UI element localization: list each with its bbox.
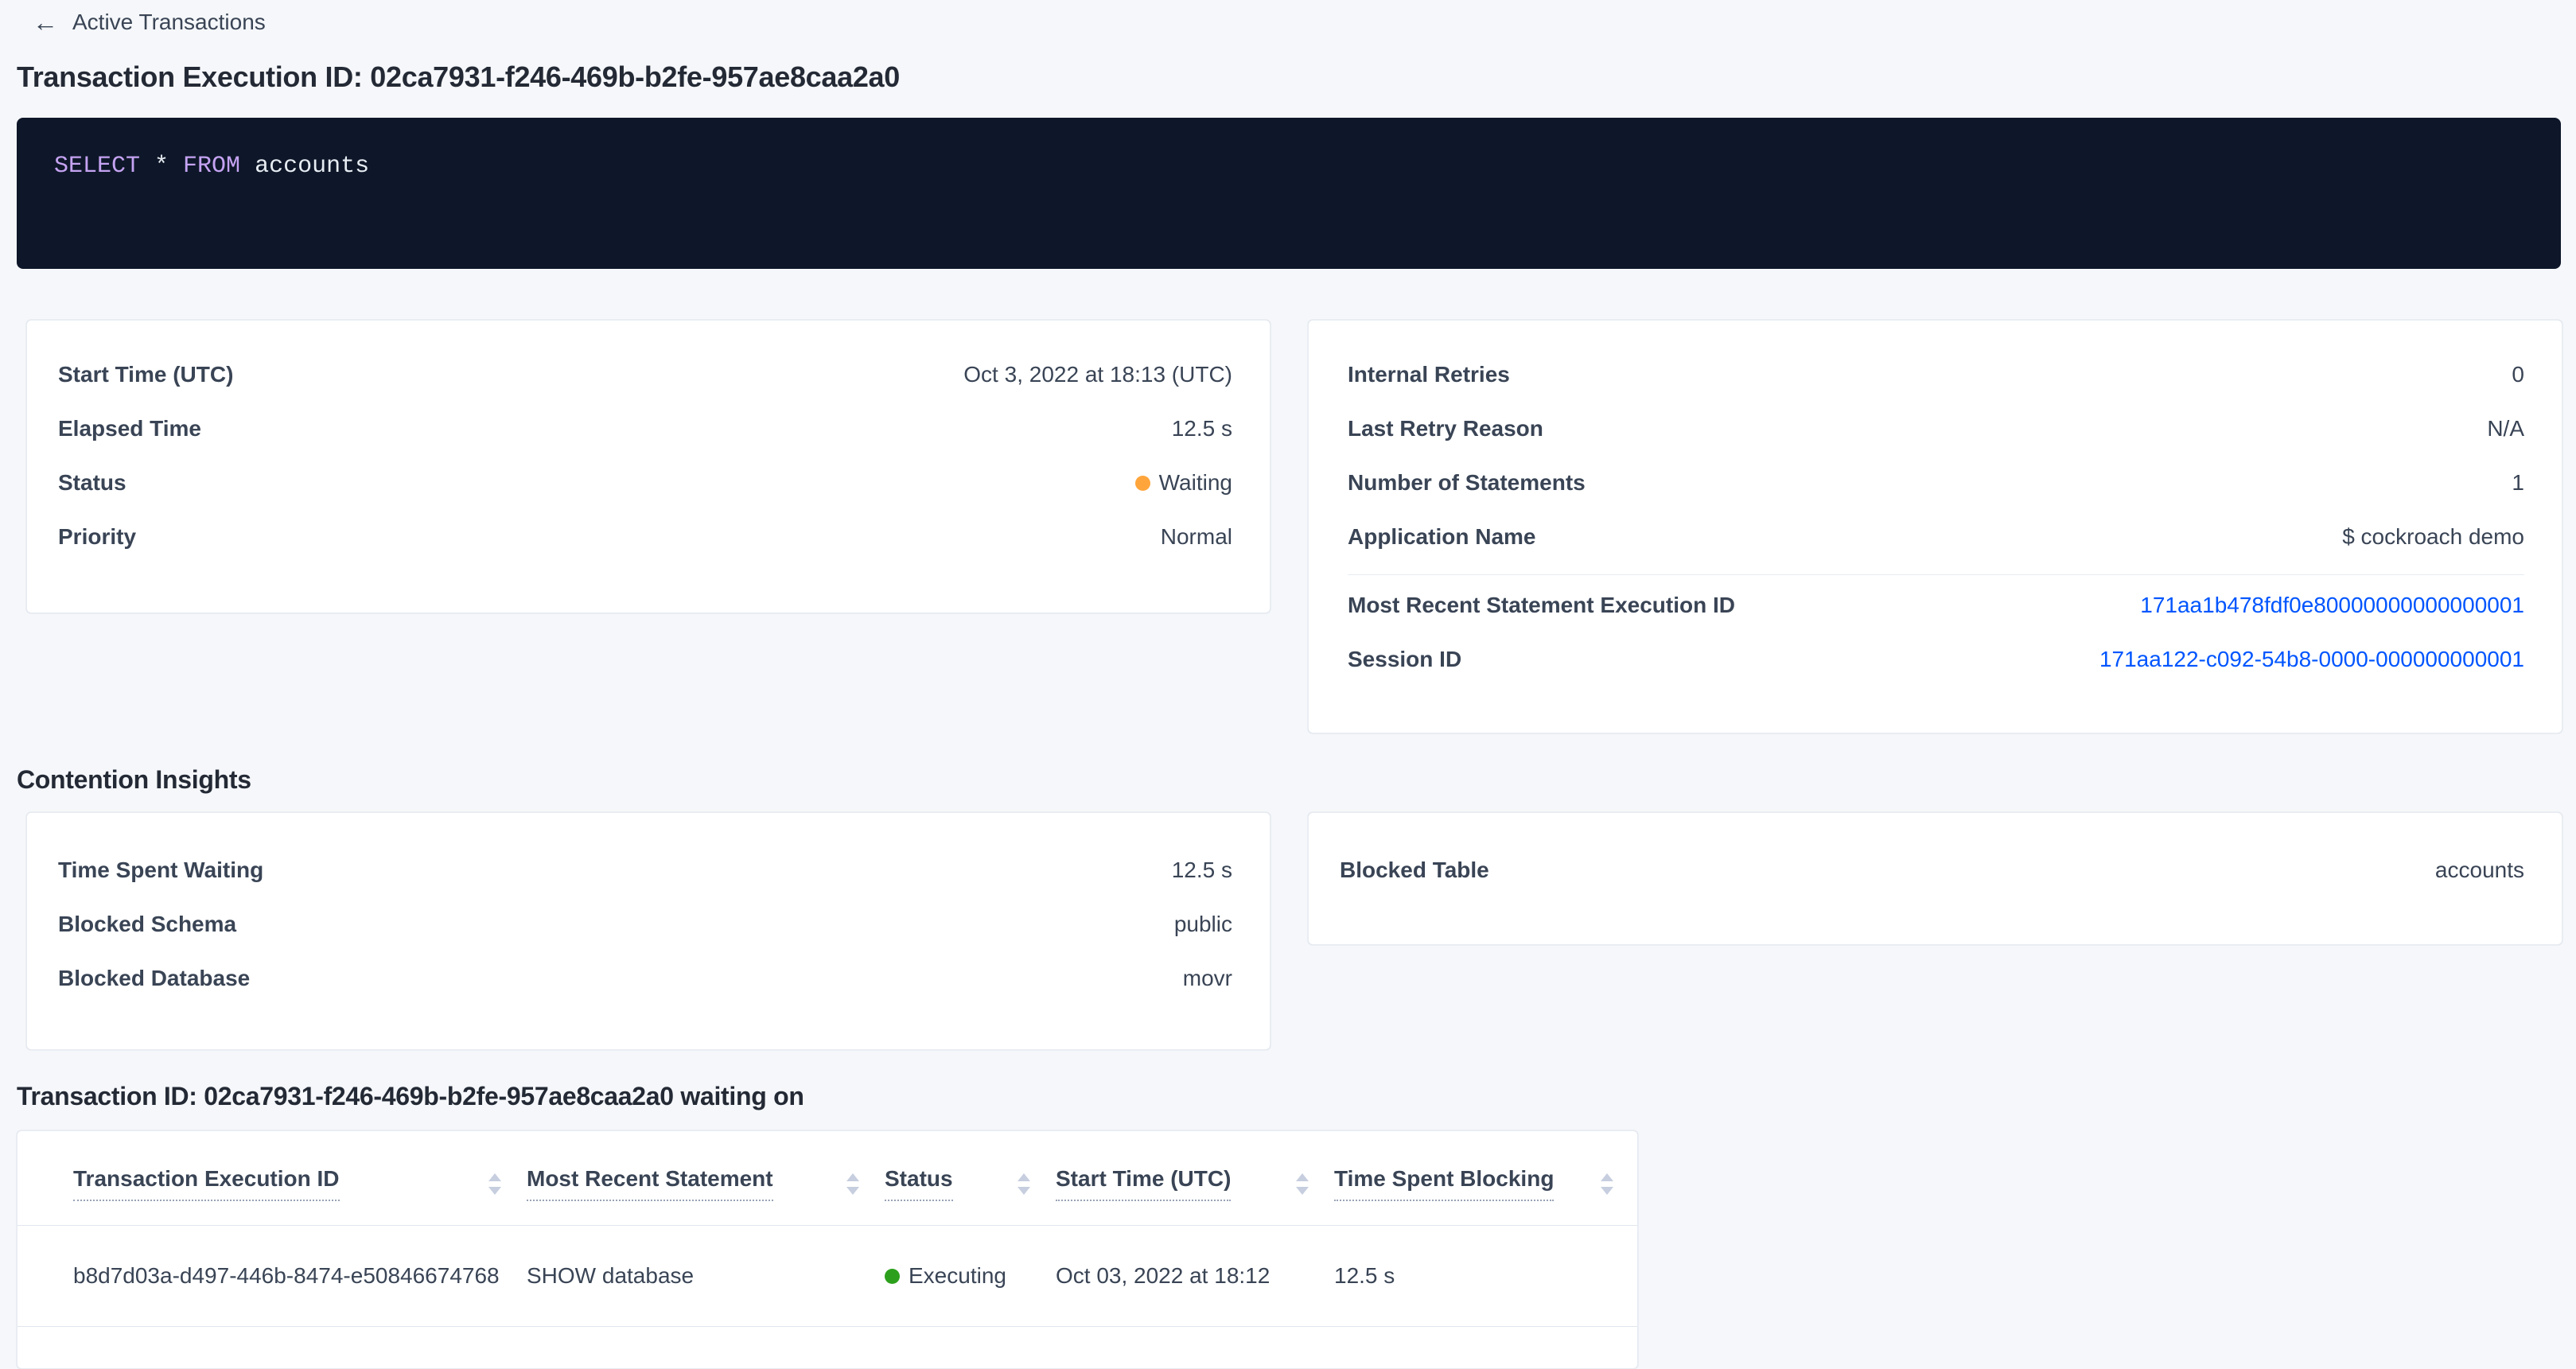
sort-icon[interactable]	[1296, 1173, 1309, 1195]
summary-card-right: Internal Retries 0 Last Retry Reason N/A…	[1308, 320, 2562, 733]
info-row-statement-execution-id: Most Recent Statement Execution ID 171aa…	[1348, 578, 2524, 632]
info-value: $ cockroach demo	[2342, 524, 2524, 550]
breadcrumb-label: Active Transactions	[72, 10, 266, 35]
info-row-application-name: Application Name $ cockroach demo	[1348, 510, 2524, 564]
sort-icon[interactable]	[846, 1173, 859, 1195]
info-row-time-spent-waiting: Time Spent Waiting 12.5 s	[58, 843, 1232, 897]
info-label: Session ID	[1348, 647, 1461, 672]
info-value: 1	[2512, 470, 2524, 496]
cell-most-recent-statement: SHOW database	[527, 1226, 885, 1327]
info-value: public	[1174, 912, 1232, 937]
column-header-transaction-execution-id[interactable]: Transaction Execution ID	[18, 1131, 527, 1226]
info-value: N/A	[2487, 416, 2524, 441]
info-value: accounts	[2435, 858, 2524, 883]
waiting-on-heading: Transaction ID: 02ca7931-f246-469b-b2fe-…	[17, 1082, 2562, 1111]
info-row-blocked-schema: Blocked Schema public	[58, 897, 1232, 951]
column-header-start-time[interactable]: Start Time (UTC)	[1056, 1131, 1334, 1226]
sql-text: *	[140, 153, 183, 180]
info-label: Priority	[58, 524, 136, 550]
page-title: Transaction Execution ID: 02ca7931-f246-…	[17, 60, 2562, 94]
info-row-status: Status Waiting	[58, 456, 1232, 510]
info-value: 0	[2512, 362, 2524, 387]
sql-keyword: SELECT	[54, 153, 140, 180]
info-label: Blocked Schema	[58, 912, 236, 937]
info-label: Last Retry Reason	[1348, 416, 1543, 441]
sql-keyword: FROM	[183, 153, 240, 180]
column-label: Start Time (UTC)	[1056, 1166, 1231, 1201]
info-row-elapsed-time: Elapsed Time 12.5 s	[58, 402, 1232, 456]
status-text: Executing	[909, 1263, 1006, 1289]
info-row-blocked-database: Blocked Database movr	[58, 951, 1232, 1005]
status-text: Waiting	[1159, 470, 1232, 496]
info-row-internal-retries: Internal Retries 0	[1348, 348, 2524, 402]
waiting-on-table: Transaction Execution ID Most Recent Sta…	[18, 1131, 1638, 1327]
column-header-time-spent-blocking[interactable]: Time Spent Blocking	[1334, 1131, 1638, 1226]
back-arrow-icon: ←	[33, 10, 58, 35]
status-waiting-dot	[1135, 476, 1150, 491]
contention-card-left: Time Spent Waiting 12.5 s Blocked Schema…	[26, 812, 1270, 1050]
info-label: Application Name	[1348, 524, 1535, 550]
card-divider	[1348, 574, 2524, 575]
breadcrumb-active-transactions[interactable]: ← Active Transactions	[33, 10, 266, 35]
contention-insights-heading: Contention Insights	[17, 765, 2562, 795]
info-label: Blocked Table	[1340, 858, 1489, 883]
sql-statement: SELECT * FROM accounts	[54, 153, 369, 180]
info-label: Internal Retries	[1348, 362, 1510, 387]
info-value: movr	[1183, 966, 1232, 991]
column-header-most-recent-statement[interactable]: Most Recent Statement	[527, 1131, 885, 1226]
session-id-link[interactable]: 171aa122-c092-54b8-0000-000000000001	[2099, 647, 2524, 672]
info-label: Most Recent Statement Execution ID	[1348, 593, 1735, 618]
info-row-last-retry-reason: Last Retry Reason N/A	[1348, 402, 2524, 456]
info-label: Time Spent Waiting	[58, 858, 263, 883]
info-row-blocked-table: Blocked Table accounts	[1340, 843, 2524, 897]
info-row-priority: Priority Normal	[58, 510, 1232, 564]
sort-icon[interactable]	[1018, 1173, 1030, 1195]
contention-card-right: Blocked Table accounts	[1308, 812, 2562, 945]
info-row-number-of-statements: Number of Statements 1	[1348, 456, 2524, 510]
column-label: Time Spent Blocking	[1334, 1166, 1554, 1201]
info-label: Elapsed Time	[58, 416, 201, 441]
table-header-row: Transaction Execution ID Most Recent Sta…	[18, 1131, 1638, 1226]
status-value: Waiting	[1135, 470, 1232, 496]
sort-icon[interactable]	[488, 1173, 501, 1195]
info-label: Blocked Database	[58, 966, 250, 991]
info-value: 12.5 s	[1172, 858, 1232, 883]
info-value: Normal	[1161, 524, 1232, 550]
column-label: Most Recent Statement	[527, 1166, 773, 1201]
sql-statement-box: SELECT * FROM accounts	[17, 118, 2561, 269]
status-executing-dot	[885, 1269, 900, 1284]
cell-start-time: Oct 03, 2022 at 18:12	[1056, 1226, 1334, 1327]
sql-text: accounts	[240, 153, 369, 180]
sort-icon[interactable]	[1601, 1173, 1613, 1195]
column-header-status[interactable]: Status	[885, 1131, 1056, 1226]
info-value: Oct 3, 2022 at 18:13 (UTC)	[963, 362, 1232, 387]
transaction-details-page: ← Active Transactions Transaction Execut…	[0, 0, 2576, 1365]
table-row: b8d7d03a-d497-446b-8474-e50846674768 SHO…	[18, 1226, 1638, 1327]
info-label: Start Time (UTC)	[58, 362, 233, 387]
column-label: Transaction Execution ID	[73, 1166, 340, 1201]
summary-card-left: Start Time (UTC) Oct 3, 2022 at 18:13 (U…	[26, 320, 1270, 613]
cell-status: Executing	[885, 1226, 1056, 1327]
info-value: 12.5 s	[1172, 416, 1232, 441]
info-label: Number of Statements	[1348, 470, 1586, 496]
column-label: Status	[885, 1166, 953, 1201]
info-row-session-id: Session ID 171aa122-c092-54b8-0000-00000…	[1348, 632, 2524, 686]
statement-execution-id-link[interactable]: 171aa1b478fdf0e80000000000000001	[2140, 593, 2524, 618]
info-label: Status	[58, 470, 126, 496]
waiting-on-table-card: Transaction Execution ID Most Recent Sta…	[17, 1130, 1638, 1369]
info-row-start-time: Start Time (UTC) Oct 3, 2022 at 18:13 (U…	[58, 348, 1232, 402]
cell-time-spent-blocking: 12.5 s	[1334, 1226, 1638, 1327]
cell-transaction-execution-id: b8d7d03a-d497-446b-8474-e50846674768	[18, 1226, 527, 1327]
